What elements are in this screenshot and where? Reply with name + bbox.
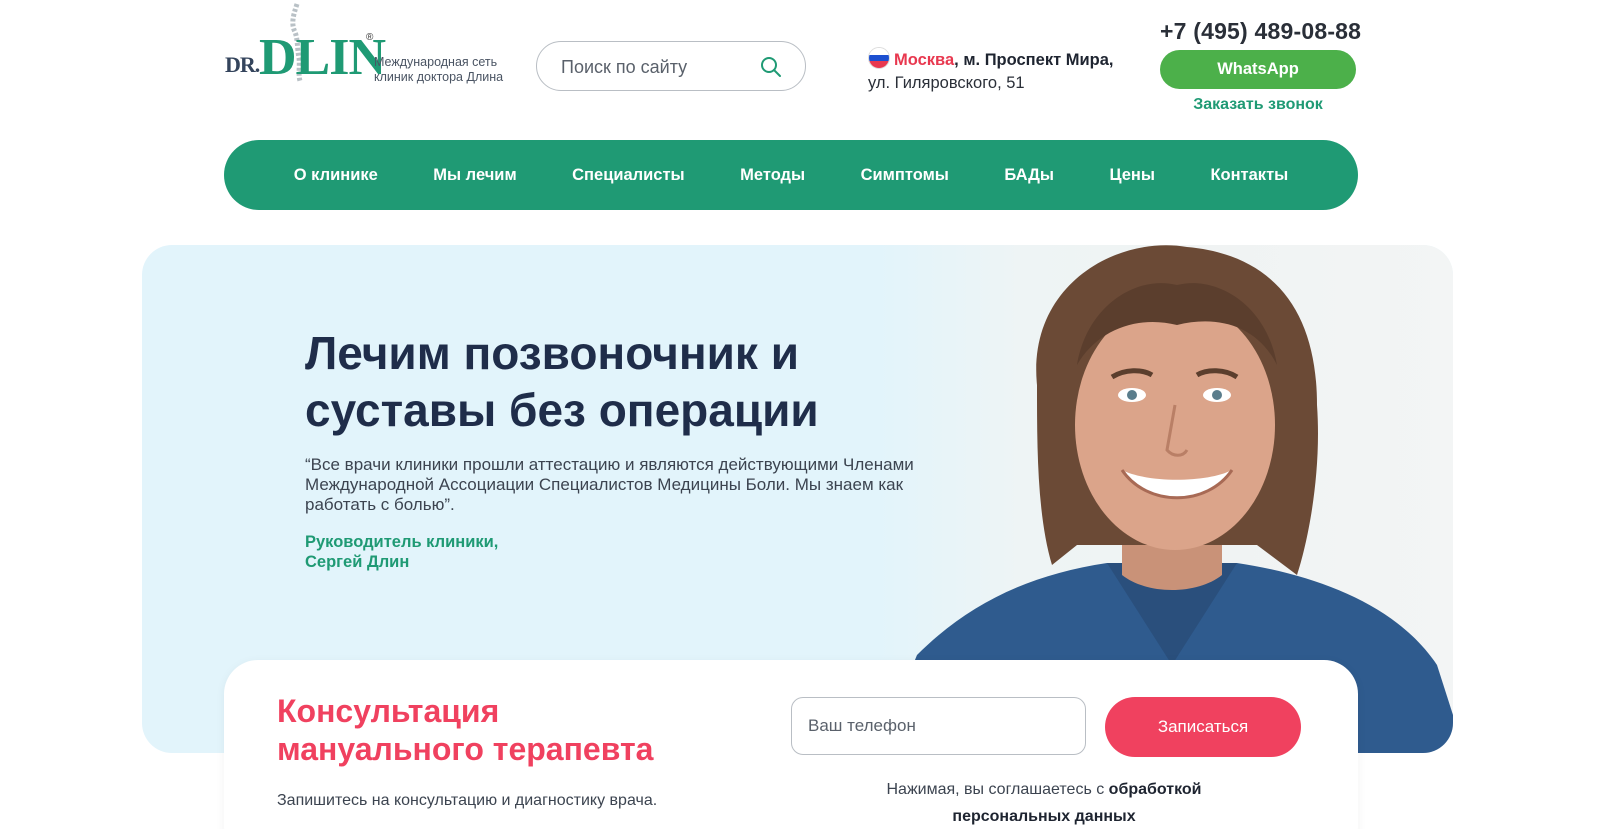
hero-author: Руководитель клиники, Сергей Длин — [305, 532, 498, 572]
logo-registered: ® — [366, 32, 374, 43]
logo-dr: DR. — [225, 52, 260, 77]
main-nav: О клинике Мы лечим Специалисты Методы Си… — [224, 140, 1358, 210]
hero-title: Лечим позвоночник и суставы без операции — [305, 327, 819, 436]
nav-item-methods[interactable]: Методы — [740, 166, 805, 185]
russia-flag-icon — [868, 47, 890, 69]
phone-field[interactable] — [791, 697, 1086, 755]
location-metro: , м. Проспект Мира, — [954, 51, 1114, 69]
search-icon[interactable] — [759, 55, 783, 79]
nav-item-about[interactable]: О клинике — [294, 166, 378, 185]
tagline: Международная сеть клиник доктора Длина — [374, 55, 504, 84]
callback-link[interactable]: Заказать звонок — [1160, 96, 1356, 114]
location[interactable]: Москва, м. Проспект Мира, ул. Гиляровско… — [868, 47, 1113, 95]
location-street: ул. Гиляровского, 51 — [868, 74, 1025, 92]
phone-number[interactable]: +7 (495) 489-08-88 — [1160, 18, 1361, 45]
logo[interactable]: DR. DLIN ® — [225, 2, 386, 84]
signup-button[interactable]: Записаться — [1105, 697, 1301, 757]
hero-author-name: Сергей Длин — [305, 553, 410, 571]
nav-item-prices[interactable]: Цены — [1109, 166, 1155, 185]
consent-prefix: Нажимая, вы соглашаетесь с — [886, 781, 1105, 798]
consultation-card: Консультация мануального терапевта Запиш… — [224, 660, 1358, 829]
hero-author-role: Руководитель клиники, — [305, 533, 499, 551]
consent-text: Нажимая, вы соглашаетесь с обработкой пе… — [874, 776, 1214, 829]
whatsapp-button[interactable]: WhatsApp — [1160, 50, 1356, 89]
location-city[interactable]: Москва — [894, 51, 954, 69]
consultation-subtitle: Запишитесь на консультацию и диагностику… — [277, 792, 658, 809]
search-input[interactable] — [561, 53, 751, 81]
nav-item-supplements[interactable]: БАДы — [1004, 166, 1054, 185]
hero-quote: “Все врачи клиники прошли аттестацию и я… — [305, 455, 914, 514]
nav-item-specialists[interactable]: Специалисты — [572, 166, 685, 185]
consultation-title: Консультация мануального терапевта — [277, 693, 654, 767]
nav-item-contacts[interactable]: Контакты — [1210, 166, 1288, 185]
search-box[interactable] — [536, 41, 806, 91]
nav-item-we-treat[interactable]: Мы лечим — [433, 166, 516, 185]
nav-item-symptoms[interactable]: Симптомы — [861, 166, 949, 185]
